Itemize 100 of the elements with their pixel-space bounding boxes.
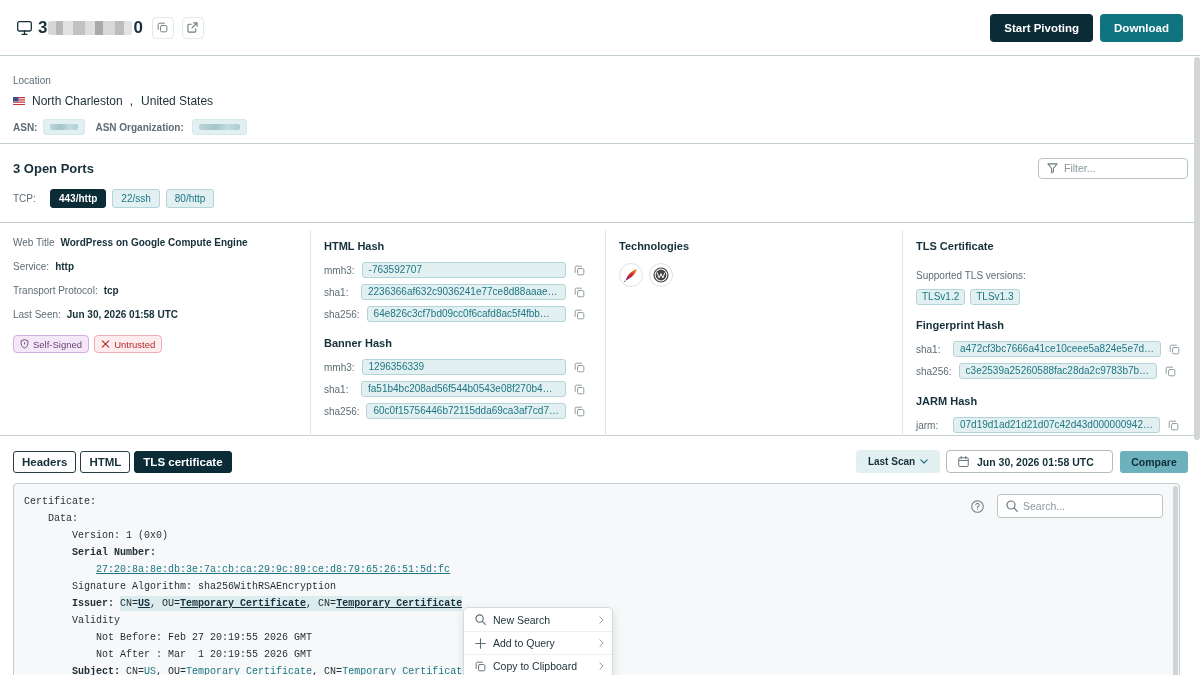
field-value: Jun 30, 2026 01:58 UTC [66, 308, 178, 320]
cert-line: Certificate: [24, 496, 96, 507]
tls-versions-label: Supported TLS versions: [916, 270, 1026, 281]
hash-label: sha1: [324, 383, 350, 395]
section-title: Technologies [619, 239, 690, 253]
field-value: http [55, 260, 74, 272]
hash-label: sha256: [916, 365, 952, 377]
port-button[interactable]: 443/http [50, 189, 107, 208]
cert-line: Serial Number: [72, 547, 156, 558]
copy-icon[interactable] [1165, 365, 1176, 377]
asn-organization-label: ASN Organization: [95, 121, 184, 133]
panel-scrollbar[interactable] [1173, 486, 1178, 675]
hash-label: sha256: [324, 308, 360, 320]
copy-icon[interactable] [574, 308, 585, 320]
hash-label: mmh3: [324, 361, 355, 373]
copy-icon[interactable] [574, 383, 585, 395]
monitor-icon [17, 20, 32, 35]
open-ports-title: 3 Open Ports [13, 160, 94, 176]
cert-line: Data: [48, 513, 78, 524]
field-label: Transport Protocol: [13, 284, 98, 296]
date-field[interactable]: Jun 30, 2026 01:58 UTC [946, 450, 1113, 473]
cert-value-link[interactable]: 27:20:8a:8e:db:3e:7a:cb:ca:29:9c:89:ce:d8:79:65:26:51:5d:fc [96, 564, 451, 575]
copy-icon[interactable] [1167, 419, 1179, 431]
copy-icon[interactable] [1169, 343, 1181, 355]
hash-label: mmh3: [324, 264, 355, 276]
copy-icon[interactable] [574, 361, 585, 373]
help-icon[interactable] [971, 499, 984, 513]
separator-text: , [129, 94, 134, 108]
search-icon [1006, 500, 1018, 512]
section-title: JARM Hash [916, 394, 978, 408]
section-title: Fingerprint Hash [916, 318, 1004, 332]
download-button[interactable]: Download [1100, 13, 1183, 42]
plus-icon [475, 637, 486, 649]
hash-value[interactable]: c3e2539a25260588fac28da2c9783b7b… [958, 363, 1157, 379]
start-pivoting-button[interactable]: Start Pivoting [990, 13, 1094, 42]
external-link-icon [187, 22, 199, 33]
filter-field[interactable]: Filter... [1038, 157, 1188, 179]
tab[interactable]: TLS certificate [134, 450, 232, 473]
copy-button[interactable] [151, 16, 174, 39]
tls-version-tag: TLSv1.3 [970, 289, 1020, 305]
w-logo-icon[interactable] [649, 263, 673, 287]
feather-icon[interactable] [619, 263, 643, 287]
port-button[interactable]: 22/ssh [112, 189, 160, 208]
field-value: tcp [103, 284, 119, 296]
cert-line: Validity [72, 615, 120, 626]
external-link-button[interactable] [181, 16, 204, 39]
field-label: Last Seen: [13, 308, 61, 320]
hash-value[interactable]: a472cf3bc7666a41ce10ceee5a824e5e7d… [953, 341, 1162, 357]
copy-icon [157, 22, 169, 33]
copy-icon[interactable] [574, 286, 585, 298]
asn-label: ASN: [13, 121, 38, 133]
tab[interactable]: HTML [80, 450, 131, 473]
hash-label: sha1: [916, 343, 942, 355]
ip-address-text: 0 [133, 17, 143, 38]
copy-icon [475, 660, 486, 672]
cert-line: Not After : Mar 1 20:19:55 2026 GMT [96, 649, 313, 660]
flag-icon [13, 97, 25, 105]
field-label: Service: [13, 260, 50, 272]
hash-value[interactable]: -763592707 [361, 262, 566, 278]
copy-icon[interactable] [574, 405, 585, 417]
status-badge: Untrusted [94, 335, 163, 353]
hash-value[interactable]: 64e826c3cf7bd09cc0f6cafd8ac5f4fbb… [366, 306, 566, 322]
cert-line: Signature Algorithm: sha256WithRSAEncryption [72, 581, 337, 592]
port-button[interactable]: 80/http [165, 189, 215, 208]
search-icon [475, 614, 486, 625]
calendar-icon [958, 456, 969, 467]
cross-icon [101, 339, 111, 349]
section-title: Banner Hash [324, 336, 392, 350]
ip-address-text: 3 [38, 17, 48, 38]
cert-value-link[interactable]: Temporary Certificate [336, 598, 463, 609]
cert-line: Version: 1 (0x0) [72, 530, 168, 541]
tab[interactable]: Headers [13, 450, 77, 473]
hash-value[interactable]: 07d19d1ad21d21d07c42d43d000000942… [953, 417, 1160, 433]
cert-line: Not Before: Feb 27 20:19:55 2026 GMT [96, 632, 313, 643]
menu-item[interactable]: New Search [464, 608, 612, 631]
hash-value[interactable]: fa51b4bc208ad56f544b0543e08f270b4… [361, 381, 566, 397]
cert-line: Issuer: CN=US, OU=Temporary Certificate, CN=Temporary Certificate [72, 596, 463, 611]
chevron-down-icon [920, 459, 929, 464]
hash-value[interactable]: 2236366af632c9036241e77ce8d88aaae… [361, 284, 566, 300]
status-badge: Self-Signed [13, 335, 90, 353]
hash-label: sha256: [324, 405, 360, 417]
scrollbar[interactable] [1194, 57, 1200, 440]
scan-dropdown[interactable]: Last Scan [856, 450, 940, 473]
field-label: Web Title [13, 236, 55, 248]
section-title: TLS Certificate [916, 239, 994, 253]
menu-item[interactable]: Add to Query [464, 631, 612, 654]
copy-icon[interactable] [574, 264, 585, 276]
hash-label: sha1: [324, 286, 350, 298]
tls-version-tag: TLSv1.2 [916, 289, 966, 305]
city-text: North Charleston [32, 94, 123, 108]
hash-value[interactable]: 60c0f15756446b72115dda69ca3af7cd7… [366, 403, 566, 419]
hash-label: jarm: [916, 419, 940, 431]
location-label: Location [13, 75, 51, 87]
compare-button[interactable]: Compare [1120, 450, 1188, 473]
field-value: WordPress on Google Compute Engine [60, 236, 248, 248]
protocol-label: TCP: [13, 193, 37, 204]
menu-item[interactable]: Copy to Clipboard [464, 654, 612, 675]
search-field[interactable]: Search... [997, 494, 1163, 518]
hash-value[interactable]: 1296356339 [361, 359, 566, 375]
country-text: United States [141, 94, 214, 108]
